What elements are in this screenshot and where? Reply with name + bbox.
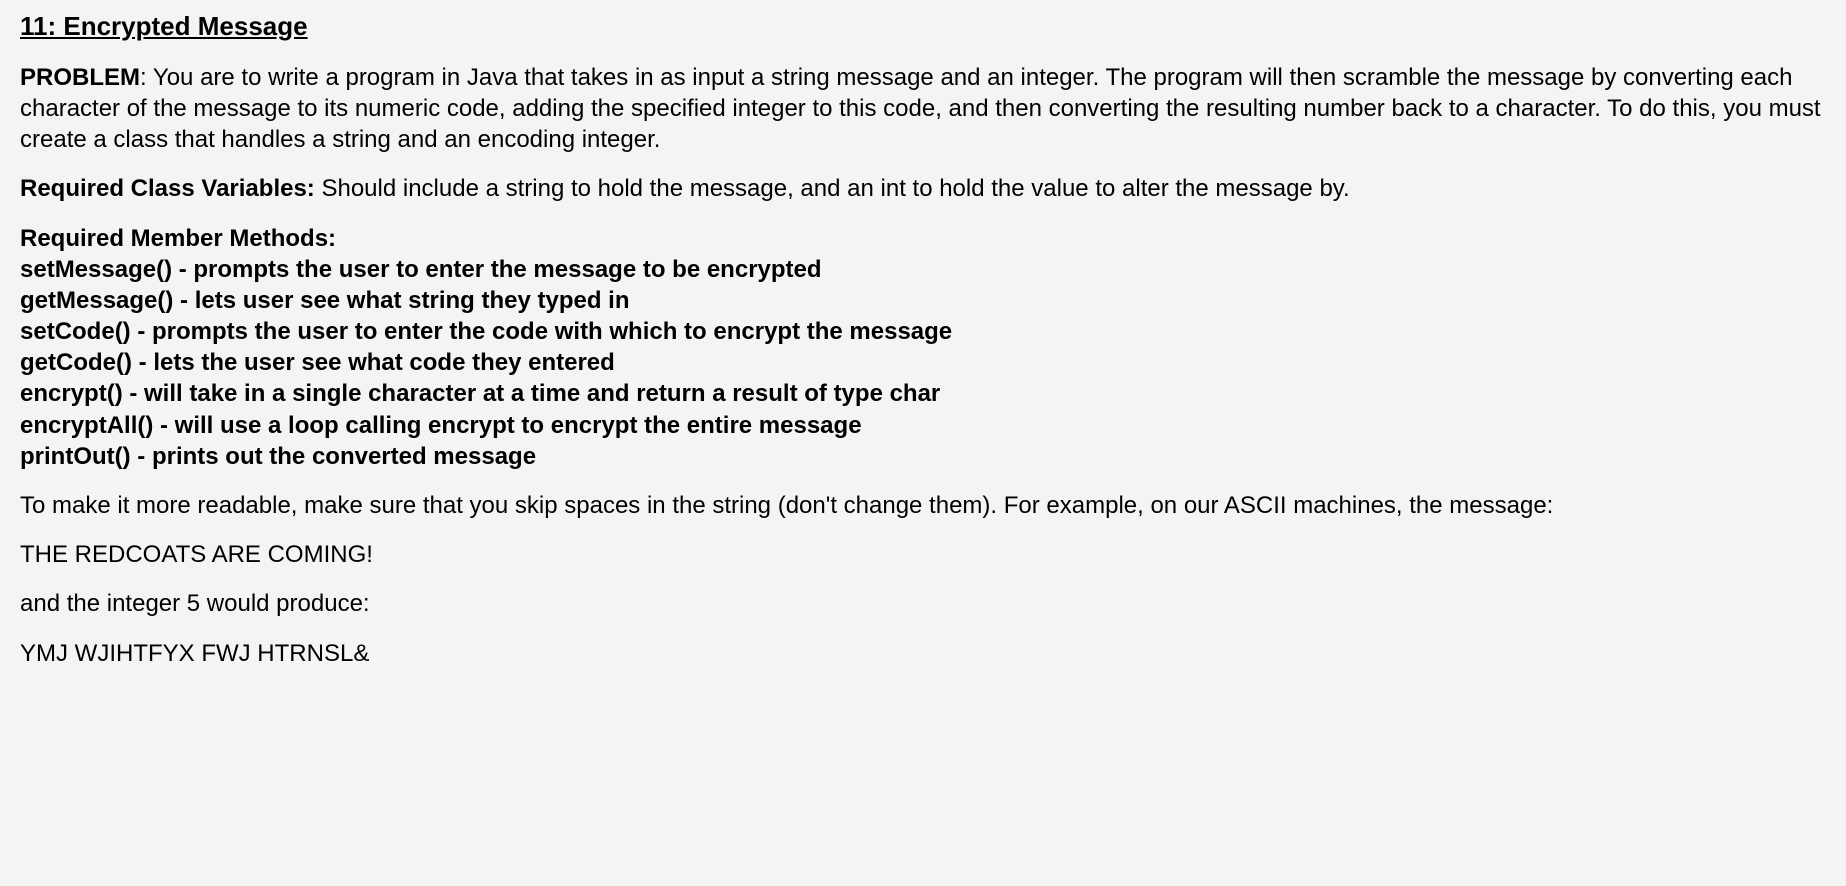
class-vars-text: Should include a string to hold the mess… [315, 175, 1350, 202]
methods-heading: Required Member Methods: [20, 223, 1826, 254]
class-vars-paragraph: Required Class Variables: Should include… [20, 173, 1826, 204]
document-body: 11: Encrypted Message PROBLEM: You are t… [0, 0, 1846, 689]
method-setcode: setCode() - prompts the user to enter th… [20, 316, 1826, 347]
readable-paragraph: To make it more readable, make sure that… [20, 490, 1826, 521]
problem-paragraph: PROBLEM: You are to write a program in J… [20, 62, 1826, 156]
method-encrypt: encrypt() - will take in a single charac… [20, 378, 1826, 409]
problem-label: PROBLEM [20, 64, 140, 91]
method-setmessage: setMessage() - prompts the user to enter… [20, 254, 1826, 285]
method-getcode: getCode() - lets the user see what code … [20, 347, 1826, 378]
problem-text: : You are to write a program in Java tha… [20, 64, 1821, 153]
class-vars-label: Required Class Variables: [20, 175, 315, 202]
method-printout: printOut() - prints out the converted me… [20, 441, 1826, 472]
page-title: 11: Encrypted Message [20, 10, 1826, 44]
method-getmessage: getMessage() - lets user see what string… [20, 285, 1826, 316]
example-output: YMJ WJIHTFYX FWJ HTRNSL& [20, 638, 1826, 669]
example-input: THE REDCOATS ARE COMING! [20, 539, 1826, 570]
methods-section: Required Member Methods: setMessage() - … [20, 223, 1826, 473]
method-encryptall: encryptAll() - will use a loop calling e… [20, 410, 1826, 441]
and-integer-line: and the integer 5 would produce: [20, 588, 1826, 619]
